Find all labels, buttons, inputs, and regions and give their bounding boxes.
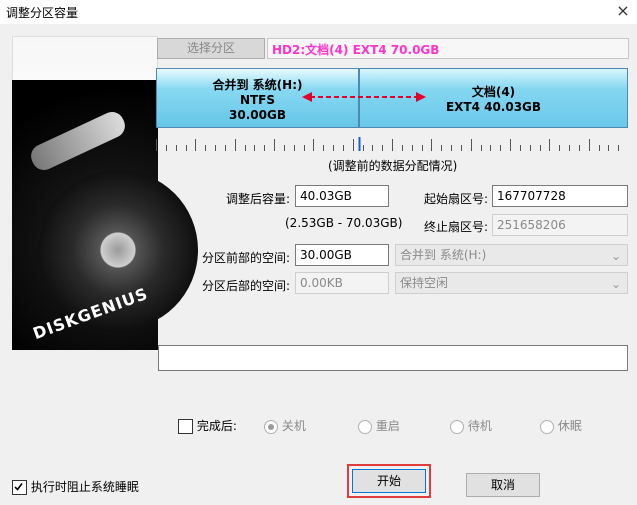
radio-hibernate-dot[interactable] <box>540 419 554 434</box>
after-completion-label: 完成后: <box>196 419 237 433</box>
close-icon[interactable]: × <box>613 1 633 21</box>
radio-shutdown-label: 关机 <box>281 419 306 433</box>
after-completion-group[interactable]: 完成后: <box>178 417 237 434</box>
allocation-caption: (调整前的数据分配情况) <box>328 159 458 173</box>
resize-arrow-icon[interactable] <box>302 91 426 103</box>
back-space-action-value: 保持空闲 <box>400 276 449 290</box>
radio-restart-label: 重启 <box>375 419 400 433</box>
back-space-input: 0.00KB <box>295 272 389 294</box>
sector-ruler <box>156 137 619 151</box>
title-bar <box>0 0 637 24</box>
back-space-label: 分区后部的空间: <box>201 279 290 293</box>
radio-standby[interactable]: 待机 <box>450 417 492 434</box>
radio-shutdown[interactable]: 关机 <box>264 417 306 434</box>
front-space-action-value: 合并到 系统(H:) <box>400 248 487 262</box>
disk-info-label: HD2:文档(4) EXT4 70.0GB <box>267 38 629 59</box>
adjusted-capacity-label: 调整后容量: <box>225 192 290 206</box>
window-title: 调整分区容量 <box>6 6 79 20</box>
prevent-sleep-label: 执行时阻止系统睡眠 <box>30 480 139 494</box>
partition-left-size: 30.00GB <box>229 108 286 122</box>
radio-standby-label: 待机 <box>467 419 492 433</box>
operation-progress-box <box>158 345 628 371</box>
start-sector-label: 起始扇区号: <box>423 192 488 206</box>
checkmark-icon <box>14 483 23 491</box>
front-space-label: 分区前部的空间: <box>201 251 290 265</box>
radio-restart[interactable]: 重启 <box>358 417 400 434</box>
end-sector-label: 终止扇区号: <box>423 220 488 234</box>
end-sector-input: 251658206 <box>492 214 628 236</box>
front-space-action-select[interactable]: 合并到 系统(H:) ⌄ <box>395 244 628 266</box>
cancel-button[interactable]: 取消 <box>466 473 540 497</box>
start-button[interactable]: 开始 <box>352 469 426 493</box>
prevent-sleep-group[interactable]: 执行时阻止系统睡眠 <box>12 478 139 495</box>
radio-hibernate-label: 休眠 <box>557 419 582 433</box>
back-space-action-select[interactable]: 保持空闲 ⌄ <box>395 272 628 294</box>
after-completion-checkbox[interactable] <box>178 419 193 434</box>
front-space-input[interactable]: 30.00GB <box>295 244 389 266</box>
radio-restart-dot[interactable] <box>358 419 372 434</box>
select-partition-button[interactable]: 选择分区 <box>157 38 265 59</box>
capacity-range: (2.53GB - 70.03GB) <box>285 216 403 230</box>
chevron-down-icon: ⌄ <box>610 249 621 263</box>
prevent-sleep-checkbox[interactable] <box>12 480 27 495</box>
adjusted-capacity-input[interactable]: 40.03GB <box>295 185 389 207</box>
radio-shutdown-dot[interactable] <box>264 419 278 434</box>
radio-hibernate[interactable]: 休眠 <box>540 417 582 434</box>
start-sector-input[interactable]: 167707728 <box>492 185 628 207</box>
chevron-down-icon: ⌄ <box>610 277 621 291</box>
radio-standby-dot[interactable] <box>450 419 464 434</box>
